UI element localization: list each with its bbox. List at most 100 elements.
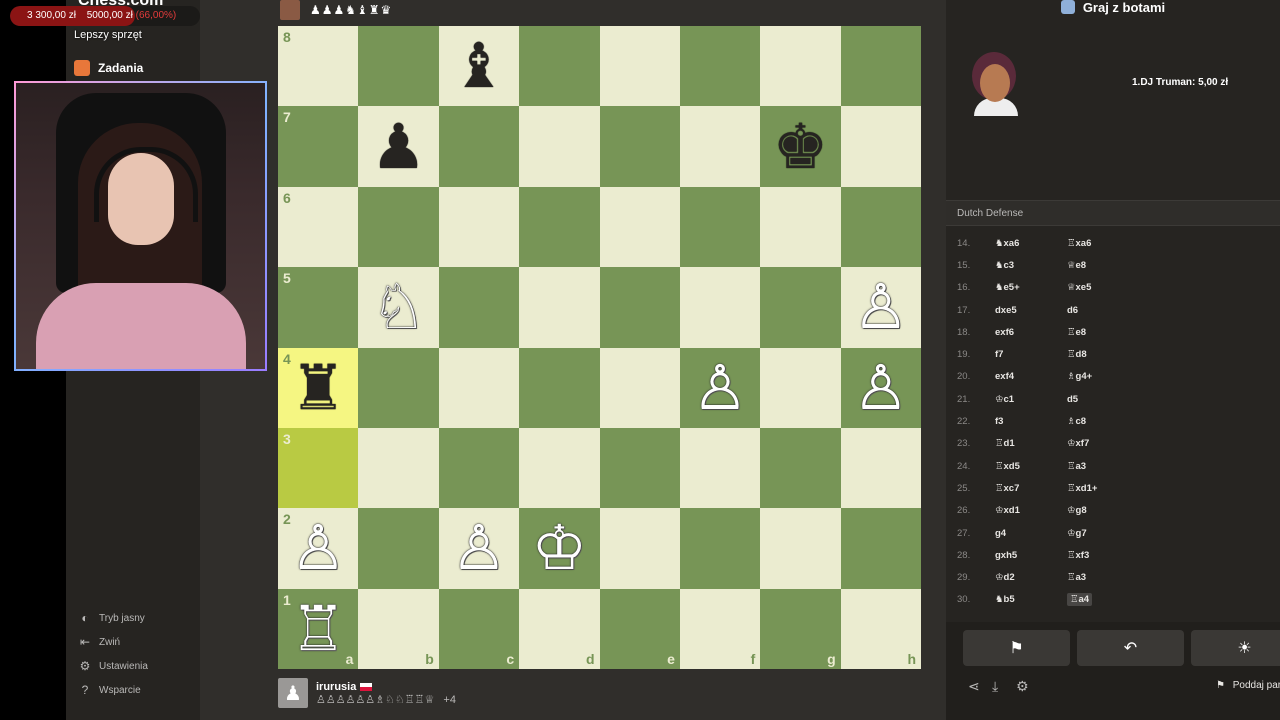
white-move[interactable]: ♞b5 [989,594,1067,605]
square-g8[interactable] [760,26,841,107]
piece-h5[interactable]: ♙ [853,276,909,338]
square-a8[interactable]: 8 [278,26,359,107]
black-move[interactable]: ♖xf3 [1067,550,1139,561]
square-f2[interactable] [679,508,761,589]
black-move[interactable]: ♔g8 [1067,505,1139,516]
square-g7[interactable]: ♚ [760,106,841,187]
square-a6[interactable]: 6 [278,186,359,268]
black-move[interactable]: ♖d8 [1067,349,1139,360]
white-move[interactable]: gxh5 [989,550,1067,561]
square-h5[interactable]: ♙ [840,267,921,348]
piece-h4[interactable]: ♙ [853,356,909,419]
white-move[interactable]: ♞xa6 [989,238,1067,249]
black-move[interactable]: ♔g7 [1067,528,1139,539]
white-move[interactable]: ♞e5+ [989,282,1067,293]
square-c1[interactable]: c [438,588,520,669]
white-move[interactable]: ♖xd5 [989,461,1067,472]
square-c4[interactable] [438,347,520,428]
white-move[interactable]: ♔c1 [989,394,1067,405]
white-move[interactable]: exf6 [989,327,1067,338]
black-move[interactable]: d5 [1067,394,1139,405]
square-c6[interactable] [438,186,520,268]
square-a4[interactable]: 4 ♜ [278,347,359,428]
square-d7[interactable] [519,106,600,187]
square-e6[interactable] [599,186,680,268]
square-d2[interactable]: ♔ [519,508,600,589]
square-h3[interactable] [840,427,921,509]
piece-a1[interactable]: ♖ [290,597,346,660]
square-f6[interactable] [679,186,761,268]
square-b1[interactable]: b [358,588,439,669]
square-f8[interactable] [679,26,761,107]
nav-settings[interactable]: ⚙ Ustawienia [78,659,148,673]
black-move[interactable]: ♗g4+ [1067,371,1139,382]
takeback-button[interactable]: ↶ [1077,630,1184,666]
nav-item-tasks[interactable]: Zadania [74,60,143,76]
piece-c2[interactable]: ♙ [451,517,507,579]
square-b7[interactable]: ♟ [358,106,439,187]
square-d3[interactable] [519,427,600,509]
black-move[interactable]: ♖xd1+ [1067,483,1139,494]
square-e7[interactable] [599,106,680,187]
white-move[interactable]: f3 [989,416,1067,427]
square-a7[interactable]: 7 [278,106,359,187]
square-e4[interactable] [599,347,680,428]
square-b8[interactable] [358,26,439,107]
square-h4[interactable]: ♙ [840,347,921,428]
chess-board[interactable]: 8 ♝ 7 ♟ ♚ 6 5 ♘ ♙ 4 ♜ ♙ ♙ 3 2 ♙ ♙ ♔ 1 a ♖ b c d e f g h [278,26,921,669]
square-c8[interactable]: ♝ [438,26,520,107]
resign-link[interactable]: ⚑ Poddaj partię [1216,680,1280,691]
piece-g7[interactable]: ♚ [773,115,829,178]
white-move[interactable]: f7 [989,349,1067,360]
black-move[interactable]: ♕xe5 [1067,282,1139,293]
square-g2[interactable] [760,508,841,589]
square-g1[interactable]: g [760,588,841,669]
black-move[interactable]: ♖e8 [1067,327,1139,338]
square-d6[interactable] [519,186,600,268]
square-f4[interactable]: ♙ [679,347,761,428]
black-move[interactable]: ♔xf7 [1067,438,1139,449]
square-e5[interactable] [599,267,680,348]
square-e3[interactable] [599,427,680,509]
square-a5[interactable]: 5 [278,267,359,348]
square-b3[interactable] [358,427,439,509]
square-c2[interactable]: ♙ [438,508,520,589]
square-b5[interactable]: ♘ [358,267,439,348]
square-f5[interactable] [679,267,761,348]
square-e8[interactable] [599,26,680,107]
white-move[interactable]: g4 [989,528,1067,539]
piece-f4[interactable]: ♙ [692,356,748,419]
white-move[interactable]: ♖d1 [989,438,1067,449]
nav-support[interactable]: ? Wsparcie [78,683,141,697]
square-c5[interactable] [438,267,520,348]
black-move[interactable]: ♖a3 [1067,572,1139,583]
gear-icon[interactable]: ⚙ [1016,678,1029,695]
square-d4[interactable] [519,347,600,428]
square-c7[interactable] [438,106,520,187]
square-g4[interactable] [760,347,841,428]
black-move[interactable]: ♖xa6 [1067,238,1139,249]
nav-light-mode[interactable]: ◐ Tryb jasny [78,611,144,625]
square-h2[interactable] [840,508,921,589]
square-g5[interactable] [760,267,841,348]
square-h1[interactable]: h [840,588,921,669]
white-move[interactable]: ♔d2 [989,572,1067,583]
black-move[interactable]: ♗c8 [1067,416,1139,427]
square-h7[interactable] [840,106,921,187]
white-move[interactable]: ♖xc7 [989,483,1067,494]
square-f3[interactable] [679,427,761,509]
square-b6[interactable] [358,186,439,268]
piece-a4[interactable]: ♜ [290,356,346,419]
square-c3[interactable] [438,427,520,509]
square-e2[interactable] [599,508,680,589]
piece-b5[interactable]: ♘ [371,276,427,338]
square-h6[interactable] [840,186,921,268]
black-move[interactable]: ♖a4 [1067,593,1139,607]
download-icon[interactable]: ⤓ [992,678,998,695]
square-d8[interactable] [519,26,600,107]
black-move[interactable]: ♕e8 [1067,260,1139,271]
square-a1[interactable]: 1 a ♖ [278,588,359,669]
resign-flag-button[interactable]: ⚑ [963,630,1070,666]
white-move[interactable]: exf4 [989,371,1067,382]
black-move[interactable]: ♖a3 [1067,461,1139,472]
